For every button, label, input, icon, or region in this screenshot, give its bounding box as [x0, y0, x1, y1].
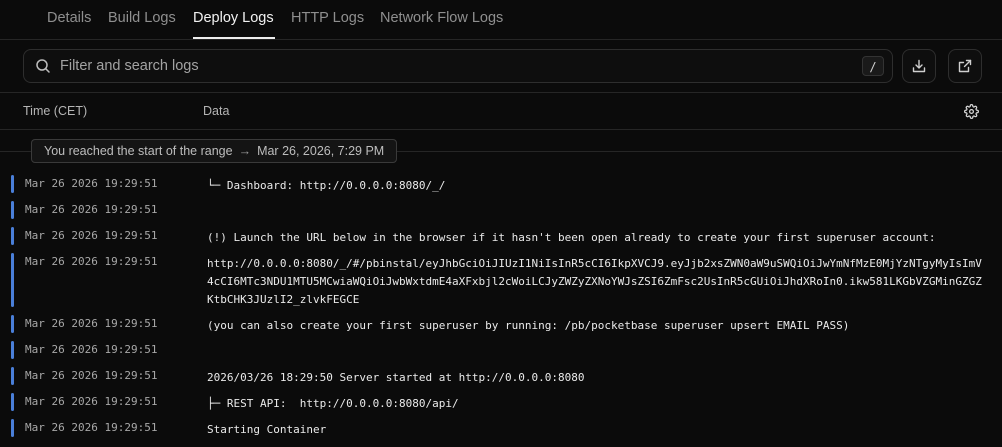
log-row[interactable]: Mar 26 2026 19:29:51 2026/03/26 18:29:50…	[0, 363, 1002, 389]
log-timestamp: Mar 26 2026 19:29:51	[25, 177, 158, 190]
log-row[interactable]: Mar 26 2026 19:29:51 ├─ REST API: http:/…	[0, 389, 1002, 415]
log-timestamp: Mar 26 2026 19:29:51	[25, 343, 158, 356]
log-message: ├─ REST API: http://0.0.0.0:8080/api/	[207, 397, 459, 410]
gear-icon[interactable]	[964, 104, 979, 124]
range-notice-timestamp: Mar 26, 2026, 7:29 PM	[257, 144, 385, 158]
log-message: (you can also create your first superuse…	[207, 319, 850, 332]
log-row[interactable]: Mar 26 2026 19:29:51 Starting Container	[0, 415, 1002, 441]
open-external-button[interactable]	[948, 49, 982, 83]
log-row[interactable]: Mar 26 2026 19:29:51 └─ Dashboard: http:…	[0, 171, 1002, 197]
log-row[interactable]: Mar 26 2026 19:29:51 (!) Launch the URL …	[0, 223, 1002, 249]
log-timestamp: Mar 26 2026 19:29:51	[25, 203, 158, 216]
tab-network-flow-logs[interactable]: Network Flow Logs	[380, 10, 503, 26]
log-level-bar	[11, 253, 14, 307]
active-tab-indicator	[193, 37, 275, 39]
log-timestamp: Mar 26 2026 19:29:51	[25, 229, 158, 242]
tab-deploy-logs[interactable]: Deploy Logs	[193, 10, 274, 26]
log-level-bar	[11, 175, 14, 193]
log-row[interactable]: Mar 26 2026 19:29:51	[0, 337, 1002, 363]
log-message: http://0.0.0.0:8080/_/#/pbinstal/eyJhbGc…	[207, 257, 982, 306]
search-icon	[35, 58, 51, 74]
log-timestamp: Mar 26 2026 19:29:51	[25, 421, 158, 434]
log-row[interactable]: Mar 26 2026 19:29:51 http://0.0.0.0:8080…	[0, 249, 1002, 311]
log-level-bar	[11, 367, 14, 385]
external-link-icon	[958, 59, 972, 73]
log-timestamp: Mar 26 2026 19:29:51	[25, 317, 158, 330]
search-shortcut-key: /	[862, 56, 884, 76]
log-timestamp: Mar 26 2026 19:29:51	[25, 395, 158, 408]
log-message: Starting Container	[207, 423, 327, 436]
log-message: (!) Launch the URL below in the browser …	[207, 231, 936, 244]
log-row[interactable]: Mar 26 2026 19:29:51	[0, 197, 1002, 223]
search-bar[interactable]: /	[23, 49, 893, 83]
log-timestamp: Mar 26 2026 19:29:51	[25, 255, 158, 268]
column-header-time: Time (CET)	[23, 104, 88, 118]
log-table-header: Time (CET) Data	[0, 92, 1002, 130]
log-message: └─ Dashboard: http://0.0.0.0:8080/_/	[207, 179, 446, 192]
log-row[interactable]: Mar 26 2026 19:29:51 (you can also creat…	[0, 311, 1002, 337]
log-list: Mar 26 2026 19:29:51 └─ Dashboard: http:…	[0, 171, 1002, 441]
log-level-bar	[11, 393, 14, 411]
log-tabs: Details Build Logs Deploy Logs HTTP Logs…	[0, 0, 1002, 40]
log-level-bar	[11, 419, 14, 437]
tab-http-logs[interactable]: HTTP Logs	[291, 10, 364, 26]
log-level-bar	[11, 341, 14, 359]
tab-build-logs[interactable]: Build Logs	[108, 10, 176, 26]
arrow-right-icon: →	[238, 144, 252, 158]
download-logs-button[interactable]	[902, 49, 936, 83]
range-notice-text: You reached the start of the range	[44, 144, 233, 158]
log-timestamp: Mar 26 2026 19:29:51	[25, 369, 158, 382]
search-input[interactable]	[60, 50, 840, 82]
log-level-bar	[11, 315, 14, 333]
tab-details[interactable]: Details	[47, 10, 91, 26]
column-header-data: Data	[203, 104, 230, 118]
download-icon	[912, 59, 926, 73]
log-level-bar	[11, 227, 14, 245]
range-start-notice: You reached the start of the range → Mar 2…	[31, 139, 398, 163]
log-level-bar	[11, 201, 14, 219]
log-message: 2026/03/26 18:29:50 Server started at ht…	[207, 371, 585, 384]
